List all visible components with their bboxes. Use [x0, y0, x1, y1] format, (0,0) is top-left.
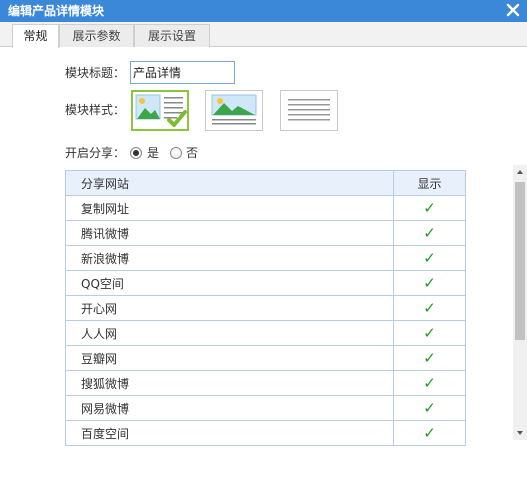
checkmark-icon: ✓: [423, 198, 436, 217]
share-no-radio[interactable]: [170, 147, 182, 159]
checkmark-icon: ✓: [423, 298, 436, 317]
checkmark-icon: ✓: [423, 423, 436, 442]
tab-display-params[interactable]: 展示参数: [59, 24, 134, 47]
site-name: 腾讯微博: [65, 220, 394, 246]
tab-display-settings[interactable]: 展示设置: [134, 24, 210, 47]
show-check-icon[interactable]: ✓: [393, 420, 466, 446]
text-only-icon: [288, 99, 330, 121]
dialog-titlebar: 编辑产品详情模块: [0, 0, 527, 22]
module-style-label: 模块样式：: [65, 103, 126, 117]
share-no-label[interactable]: 否: [186, 145, 198, 161]
tab-general[interactable]: 常规: [12, 24, 59, 48]
scrollbar-thumb[interactable]: [515, 182, 525, 340]
site-name: 百度空间: [65, 420, 394, 446]
scroll-down-arrow-icon[interactable]: [513, 426, 527, 440]
show-check-icon[interactable]: ✓: [393, 195, 466, 221]
column-header-site: 分享网站: [65, 170, 394, 196]
table-row: 开心网 ✓: [65, 295, 466, 321]
site-name: QQ空间: [65, 270, 394, 296]
checkmark-icon: ✓: [423, 273, 436, 292]
vertical-scrollbar[interactable]: [513, 165, 527, 440]
share-yes-radio[interactable]: [130, 147, 142, 159]
show-check-icon[interactable]: ✓: [393, 220, 466, 246]
checkmark-icon: ✓: [423, 398, 436, 417]
table-row: 豆瓣网 ✓: [65, 345, 466, 371]
show-check-icon[interactable]: ✓: [393, 295, 466, 321]
table-row: 人人网 ✓: [65, 320, 466, 346]
show-check-icon[interactable]: ✓: [393, 370, 466, 396]
show-check-icon[interactable]: ✓: [393, 345, 466, 371]
image-top-text-bottom-icon: [211, 94, 257, 125]
share-label: 开启分享：: [65, 146, 126, 160]
table-row: QQ空间 ✓: [65, 270, 466, 296]
checkmark-icon: ✓: [423, 323, 436, 342]
show-check-icon[interactable]: ✓: [393, 245, 466, 271]
tab-bar: 常规 展示参数 展示设置: [0, 22, 527, 48]
site-name: 开心网: [65, 295, 394, 321]
checkmark-icon: ✓: [423, 223, 436, 242]
module-title-input[interactable]: [130, 61, 235, 84]
table-row: 新浪微博 ✓: [65, 245, 466, 271]
show-check-icon[interactable]: ✓: [393, 320, 466, 346]
column-header-show: 显示: [393, 170, 466, 196]
image-left-text-right-icon: [135, 94, 187, 127]
checkmark-icon: ✓: [423, 248, 436, 267]
show-check-icon[interactable]: ✓: [393, 395, 466, 421]
site-name: 网易微博: [65, 395, 394, 421]
table-row: 百度空间 ✓: [65, 420, 466, 446]
style-option-text-only[interactable]: [280, 90, 338, 131]
table-row: 腾讯微博 ✓: [65, 220, 466, 246]
checkmark-icon: ✓: [423, 348, 436, 367]
share-yes-label[interactable]: 是: [147, 145, 159, 161]
table-row: 复制网址 ✓: [65, 195, 466, 221]
table-row: 搜狐微博 ✓: [65, 370, 466, 396]
style-option-image-top[interactable]: [205, 90, 263, 131]
style-option-image-left[interactable]: [131, 90, 189, 131]
site-name: 搜狐微博: [65, 370, 394, 396]
table-row: 网易微博 ✓: [65, 395, 466, 421]
dialog-title: 编辑产品详情模块: [8, 4, 105, 18]
show-check-icon[interactable]: ✓: [393, 270, 466, 296]
site-name: 豆瓣网: [65, 345, 394, 371]
module-title-label: 模块标题：: [65, 66, 126, 80]
scroll-up-arrow-icon[interactable]: [513, 165, 527, 179]
table-header-row: 分享网站 显示: [65, 170, 466, 196]
site-name: 复制网址: [65, 195, 394, 221]
close-icon[interactable]: [505, 2, 521, 18]
site-name: 新浪微博: [65, 245, 394, 271]
share-sites-table: 分享网站 显示 复制网址 ✓ 腾讯微博 ✓ 新浪微博 ✓ QQ空间 ✓ 开心网 …: [65, 170, 466, 446]
checkmark-icon: ✓: [423, 373, 436, 392]
site-name: 人人网: [65, 320, 394, 346]
